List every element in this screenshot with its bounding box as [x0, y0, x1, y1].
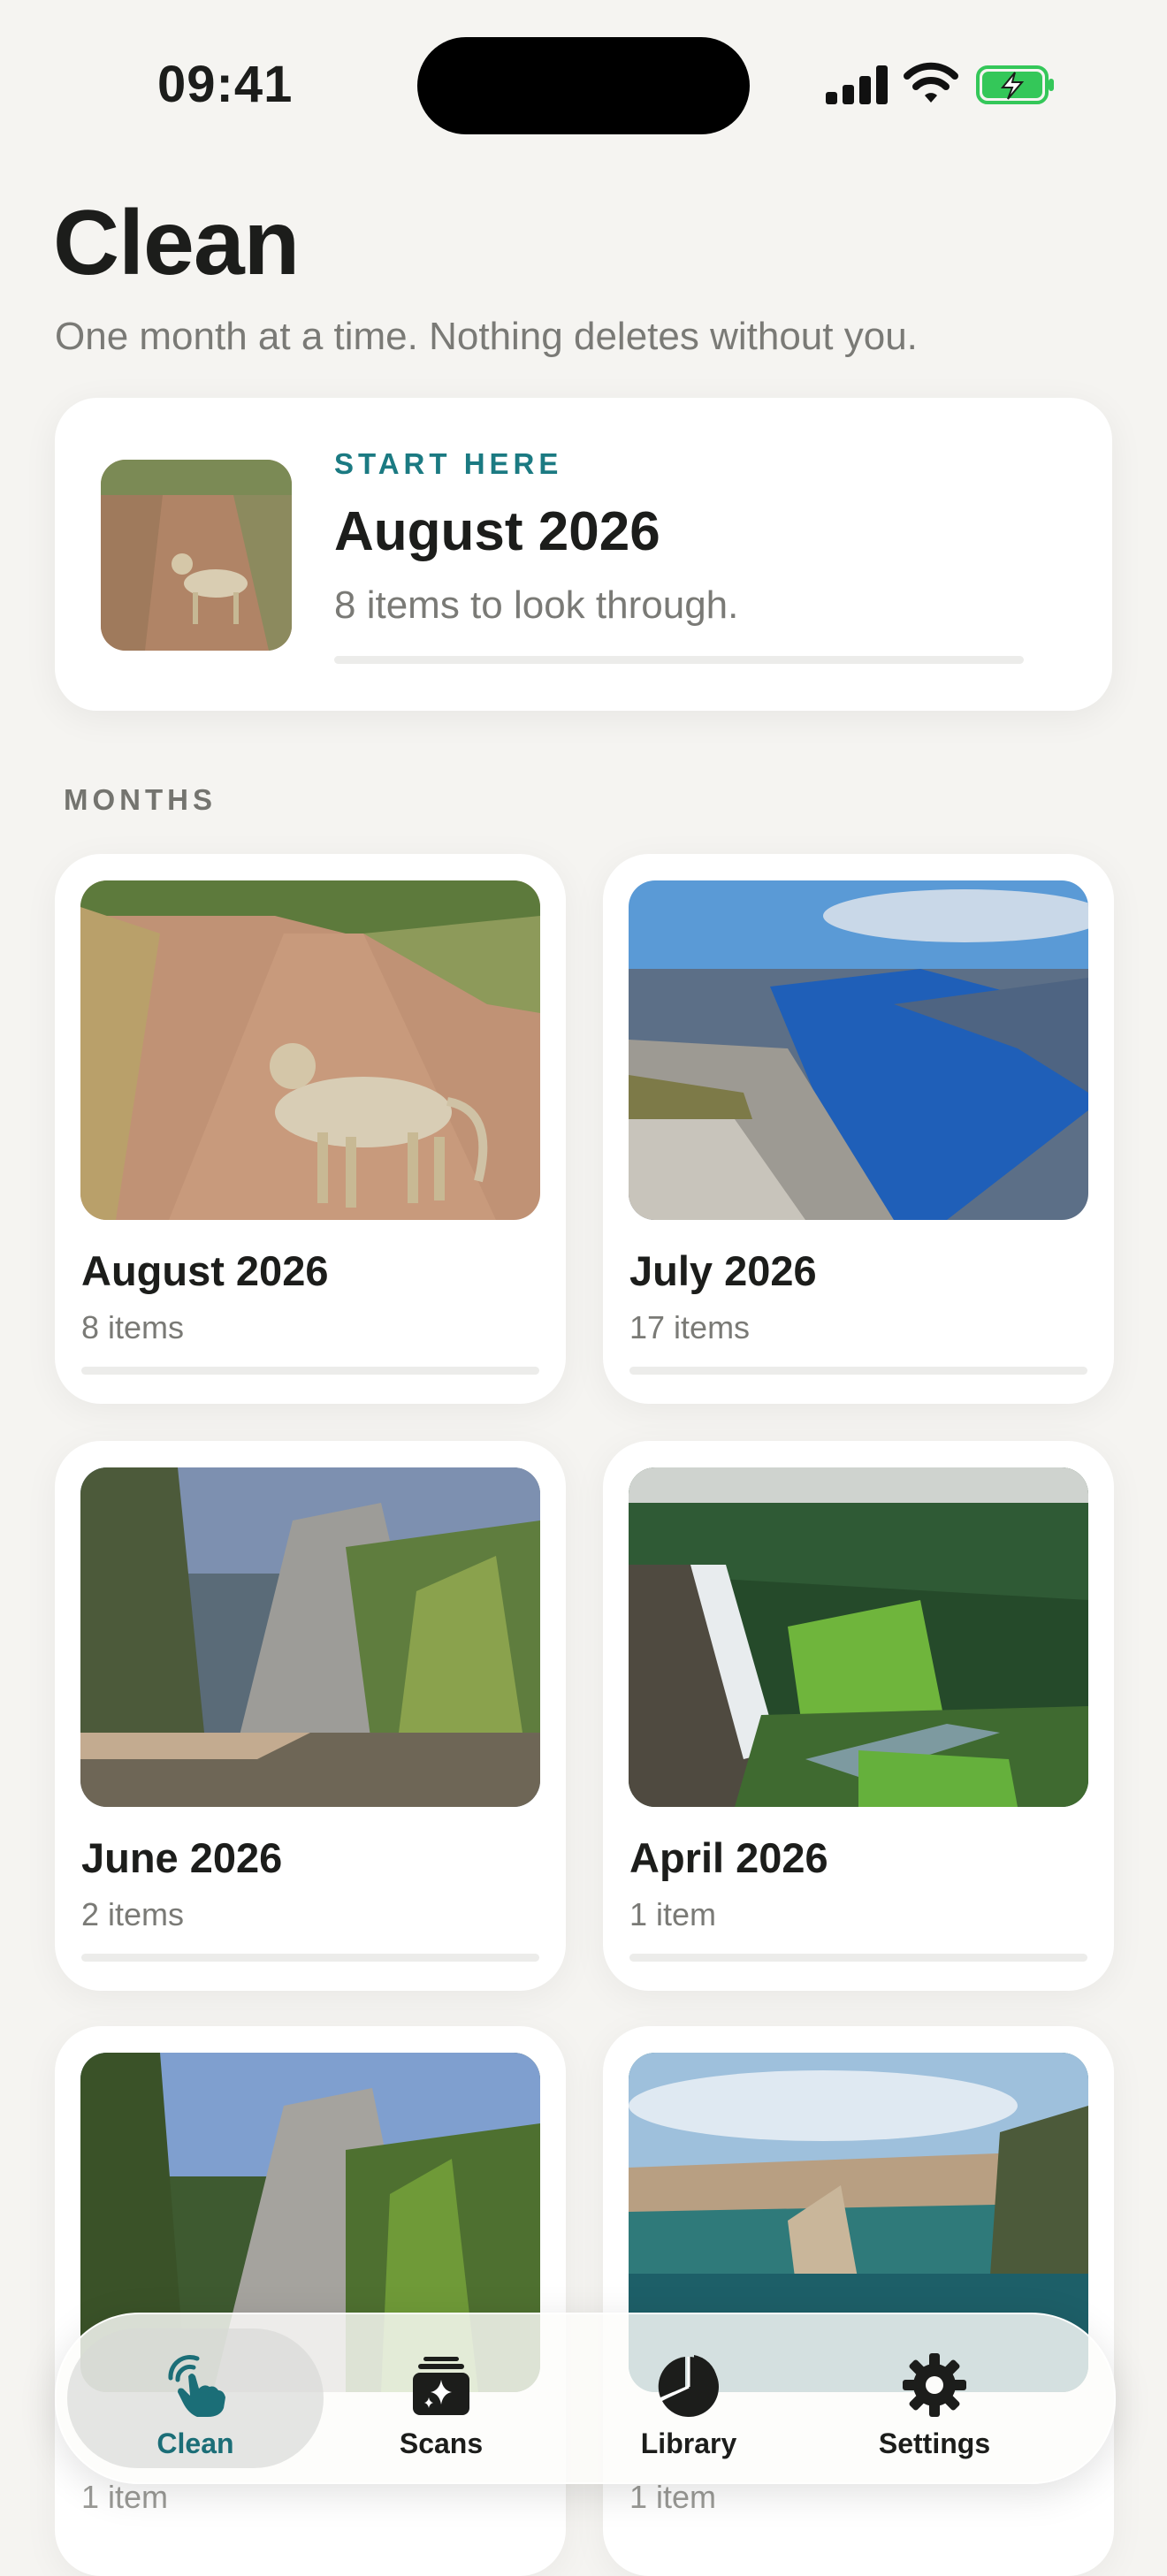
tab-label: Scans [399, 2427, 484, 2459]
months-section-label: MONTHS [64, 783, 217, 816]
month-item-count: 1 item [629, 1896, 717, 1932]
page-title: Clean [53, 192, 300, 294]
month-progress-bar [81, 1367, 539, 1375]
page-subtitle: One month at a time. Nothing deletes wit… [55, 315, 918, 358]
month-progress-bar [629, 1367, 1087, 1375]
start-thumbnail [101, 460, 292, 651]
status-time: 09:41 [157, 56, 294, 113]
pie-chart-icon [658, 2355, 719, 2417]
start-month-title: August 2026 [334, 501, 660, 562]
month-item-count: 8 items [81, 1309, 185, 1345]
tab-label: Clean [156, 2427, 234, 2459]
tap-hand-icon [168, 2354, 225, 2417]
dynamic-island [417, 37, 750, 134]
month-name: August 2026 [81, 1247, 329, 1294]
month-card-august-2026[interactable]: August 2026 8 items [55, 854, 566, 1404]
start-here-card[interactable]: START HERE August 2026 8 items to look t… [55, 398, 1112, 711]
tab-bar: Clean Scans Library Settings [55, 2313, 1116, 2484]
gear-icon [903, 2353, 966, 2417]
month-card-july-2026[interactable]: July 2026 17 items [603, 854, 1114, 1404]
start-progress-bar [334, 656, 1024, 664]
start-eyebrow: START HERE [334, 447, 563, 480]
month-name: April 2026 [629, 1834, 828, 1881]
month-progress-bar [629, 1954, 1087, 1962]
month-card-april-2026[interactable]: April 2026 1 item [603, 1441, 1114, 1991]
tab-settings[interactable]: Settings [806, 2328, 1063, 2468]
start-item-count: 8 items to look through. [334, 583, 739, 627]
month-photo [629, 880, 1088, 1220]
tab-scans[interactable]: Scans [313, 2328, 569, 2468]
month-item-count: 1 item [629, 2479, 717, 2515]
month-name: July 2026 [629, 1247, 817, 1294]
month-photo [80, 880, 540, 1220]
month-card-june-2026[interactable]: June 2026 2 items [55, 1441, 566, 1991]
month-progress-bar [81, 1954, 539, 1962]
sparkle-stack-icon [413, 2357, 469, 2415]
wifi-icon [904, 62, 958, 103]
month-item-count: 1 item [81, 2479, 169, 2515]
month-item-count: 2 items [81, 1896, 185, 1932]
tab-library[interactable]: Library [561, 2328, 817, 2468]
tab-label: Library [640, 2427, 737, 2459]
battery-charging-icon [976, 65, 1054, 104]
month-name: June 2026 [81, 1834, 283, 1881]
month-item-count: 17 items [629, 1309, 751, 1345]
cellular-signal-icon [826, 65, 888, 104]
month-photo [80, 1467, 540, 1807]
tab-clean[interactable]: Clean [67, 2328, 324, 2468]
tab-label: Settings [878, 2427, 991, 2459]
month-photo [629, 1467, 1088, 1807]
